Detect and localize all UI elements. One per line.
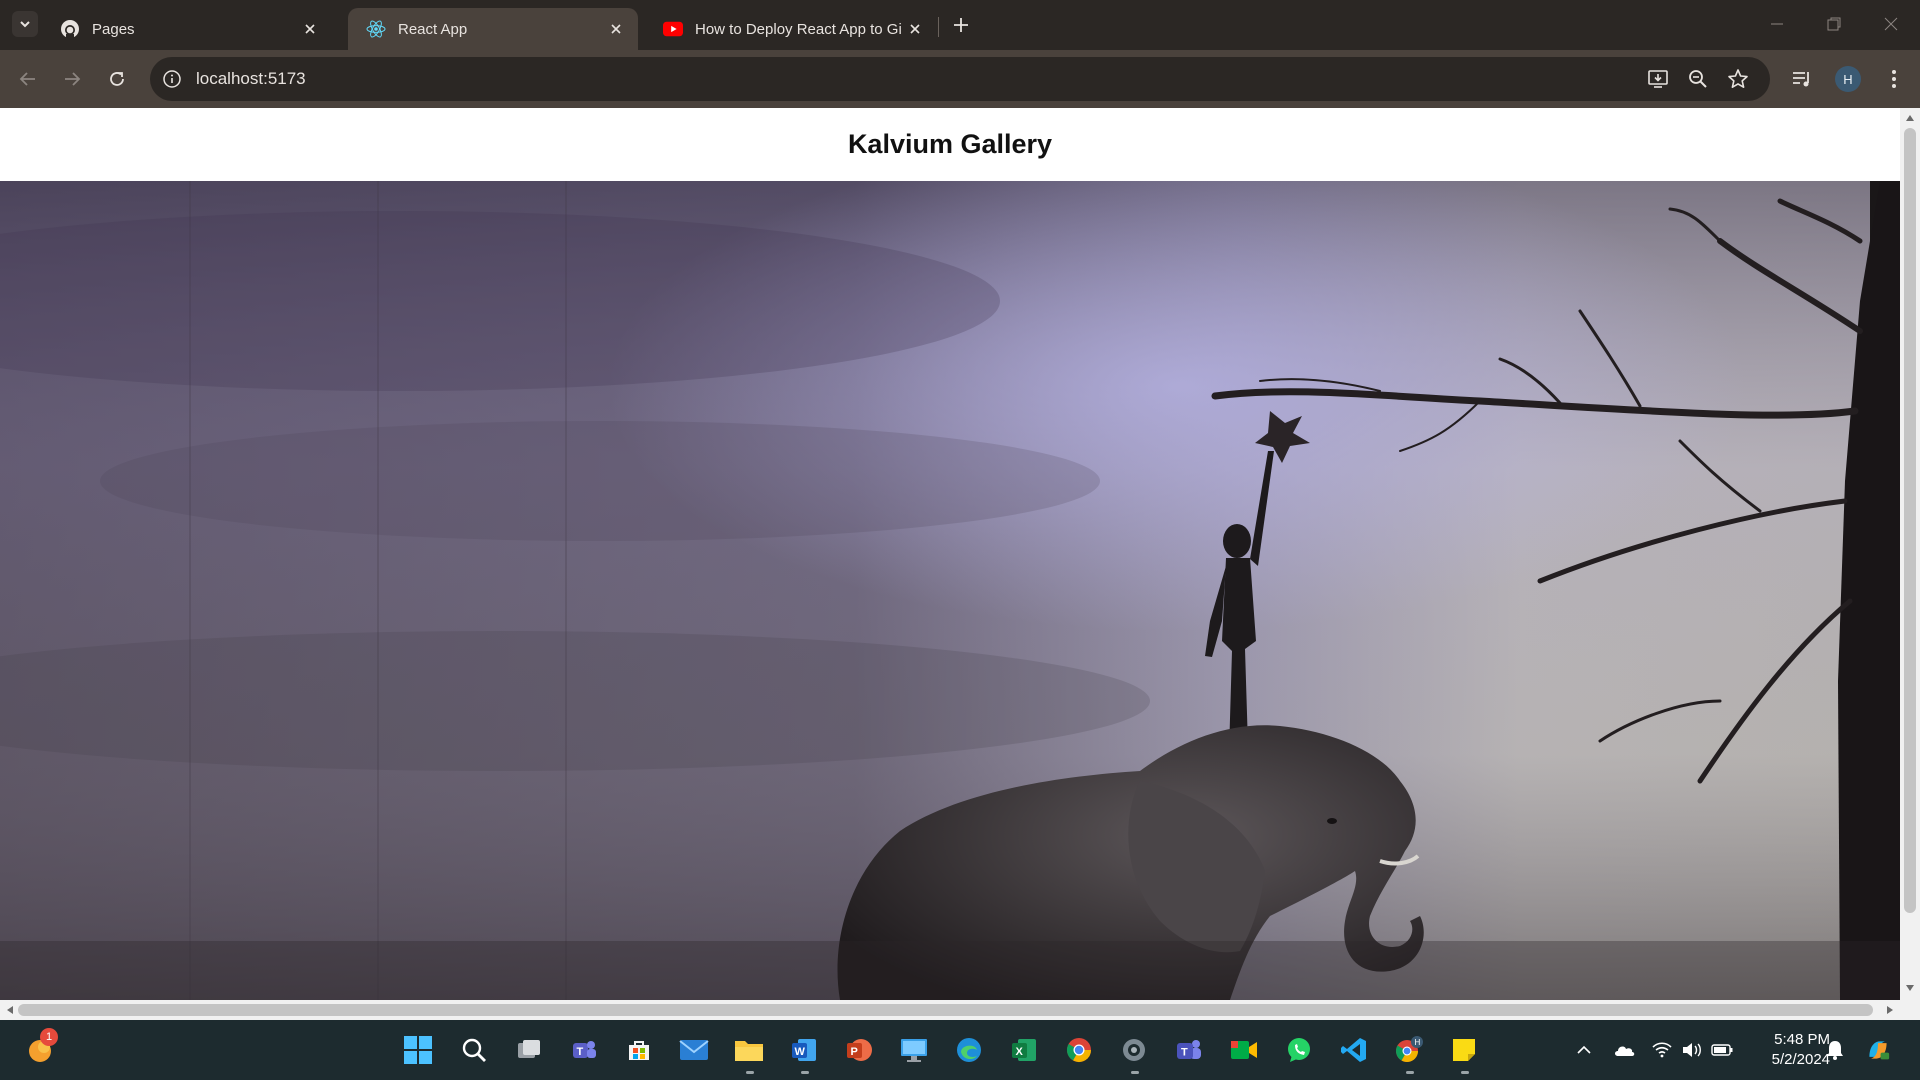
edge-icon[interactable] [951,1032,987,1068]
address-bar[interactable]: localhost:5173 [150,57,1770,101]
svg-text:H: H [1415,1038,1421,1047]
horizontal-scrollbar[interactable] [0,1000,1920,1020]
page-title: Kalvium Gallery [847,129,1053,159]
teams-icon[interactable]: T [566,1032,602,1068]
wifi-icon[interactable] [1650,1038,1674,1062]
clock-date: 5/2/2024 [1771,1051,1830,1068]
chevron-down-icon [20,21,30,28]
battery-icon[interactable] [1710,1038,1734,1062]
running-indicator [746,1071,754,1074]
clock-time: 5:48 PM [1774,1031,1830,1048]
page-header: Kalvium Gallery [0,108,1900,181]
svg-text:P: P [851,1046,858,1058]
svg-text:T: T [1181,1047,1188,1059]
minimize-icon [1771,23,1783,25]
svg-text:T: T [577,1046,584,1058]
tab-separator [938,17,939,37]
running-indicator [801,1071,809,1074]
site-info-icon[interactable] [160,67,184,91]
start-icon[interactable] [400,1032,436,1068]
settings-icon[interactable] [1116,1032,1152,1068]
search-icon[interactable] [456,1032,492,1068]
forward-button[interactable] [56,63,88,95]
close-icon[interactable] [300,19,320,39]
arrow-right-icon [65,72,81,86]
minimize-button[interactable] [1765,12,1789,36]
back-button[interactable] [12,63,44,95]
youtube-icon [663,19,683,39]
chrome-profile-icon[interactable]: H [1391,1032,1427,1068]
playlist-icon [1793,72,1809,87]
vertical-scrollbar-thumb[interactable] [1904,128,1916,913]
bookmark-star-icon[interactable] [1726,67,1750,91]
excel-icon[interactable]: X [1006,1032,1042,1068]
word-icon[interactable]: W [786,1032,822,1068]
scroll-right-arrow-icon[interactable] [1884,1004,1896,1016]
browser-toolbar: localhost:5173 H [0,50,1920,108]
scroll-left-arrow-icon[interactable] [4,1004,16,1016]
close-icon [1884,17,1898,31]
media-controls-button[interactable] [1786,63,1818,95]
more-vert-icon [1892,70,1896,88]
powerpoint-icon[interactable]: P [841,1032,877,1068]
new-tab-button[interactable] [950,14,972,36]
menu-button[interactable] [1878,63,1910,95]
teams-work-icon[interactable]: T [1171,1032,1207,1068]
tab-title: How to Deploy React App to Gi [695,20,902,38]
chevron-up-icon[interactable] [1572,1038,1596,1062]
running-indicator [1406,1071,1414,1074]
tab-strip: Pages React App How to Deploy React App … [0,0,1920,50]
close-icon[interactable] [905,19,925,39]
store-icon[interactable] [621,1032,657,1068]
vertical-scrollbar[interactable] [1900,108,1920,1000]
meet-icon[interactable] [1226,1032,1262,1068]
plus-icon [954,18,968,32]
running-indicator [1131,1071,1139,1074]
zoom-icon[interactable] [1686,67,1710,91]
react-icon [366,19,386,39]
volume-icon[interactable] [1680,1038,1704,1062]
onedrive-icon[interactable] [1612,1038,1636,1062]
scroll-up-arrow-icon[interactable] [1904,112,1916,124]
horizontal-scrollbar-thumb[interactable] [18,1004,1873,1016]
svg-text:X: X [1016,1046,1024,1058]
page-viewport: Kalvium Gallery [0,108,1900,1000]
notification-bell-icon[interactable] [1823,1038,1847,1062]
sticky-notes-icon[interactable] [1446,1032,1482,1068]
reload-icon [110,72,124,86]
task-view-icon[interactable] [511,1032,547,1068]
chrome-icon[interactable] [1061,1032,1097,1068]
scroll-down-arrow-icon[interactable] [1904,982,1916,994]
profile-avatar[interactable]: H [1835,66,1861,92]
restore-button[interactable] [1822,12,1846,36]
svg-text:W: W [795,1046,806,1058]
vscode-icon[interactable] [1336,1032,1372,1068]
running-indicator [1461,1071,1469,1074]
tab-title: React App [398,20,468,38]
notification-badge: 1 [40,1028,58,1046]
window-close-button[interactable] [1879,12,1903,36]
tab-search-button[interactable] [12,11,38,37]
github-icon [60,19,80,39]
gallery-artwork-image [0,181,1900,1000]
close-icon[interactable] [606,19,626,39]
restore-icon [1827,17,1841,31]
tab-react-app[interactable]: React App [348,8,638,50]
install-app-icon[interactable] [1646,67,1670,91]
system-clock[interactable]: 5:48 PM 5/2/2024 [1740,1030,1830,1070]
reload-button[interactable] [101,63,133,95]
copilot-icon[interactable] [1866,1038,1890,1062]
tab-youtube-video[interactable]: How to Deploy React App to Gi [645,8,937,50]
tab-title: Pages [92,20,135,38]
mail-icon[interactable] [676,1032,712,1068]
arrow-left-icon [19,72,35,86]
windows-taskbar: 1 T W P X T H 5:48 PM 5/2/2024 [0,1020,1920,1080]
url-text: localhost:5173 [196,69,306,88]
remote-desktop-icon[interactable] [896,1032,932,1068]
tab-pages[interactable]: Pages [42,8,332,50]
whatsapp-icon[interactable] [1281,1032,1317,1068]
file-explorer-icon[interactable] [731,1032,767,1068]
